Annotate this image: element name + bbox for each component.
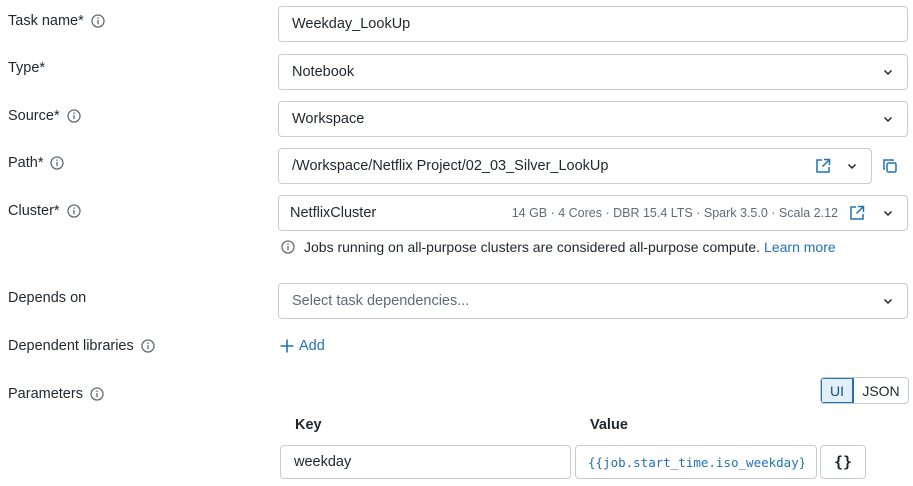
parameter-key-input[interactable]: weekday: [280, 445, 571, 479]
depends-on-placeholder: Select task dependencies...: [292, 293, 470, 309]
cluster-details: 14 GB · 4 Cores · DBR 15.4 LTS · Spark 3…: [511, 206, 838, 220]
chevron-down-icon: [882, 207, 894, 219]
depends-on-label-text: Depends on: [8, 290, 87, 306]
add-library-label: Add: [299, 338, 325, 354]
add-library-button[interactable]: Add: [279, 338, 325, 354]
external-link-icon[interactable]: [848, 204, 866, 222]
path-label-text: Path*: [8, 155, 44, 171]
cluster-select[interactable]: NetflixCluster 14 GB · 4 Cores · DBR 15.…: [278, 195, 908, 231]
info-icon[interactable]: [90, 387, 104, 401]
chevron-down-icon: [882, 66, 894, 78]
chevron-down-icon: [846, 160, 858, 172]
source-label-text: Source*: [8, 108, 60, 124]
depends-on-label: Depends on: [8, 290, 86, 306]
cluster-label-text: Cluster*: [8, 203, 60, 219]
task-name-value: Weekday_LookUp: [292, 16, 411, 32]
parameter-value-input[interactable]: {{job.start_time.iso_weekday}}: [575, 445, 817, 479]
info-icon[interactable]: [66, 109, 81, 123]
type-value: Notebook: [292, 64, 355, 80]
task-name-label-text: Task name*: [8, 13, 84, 29]
learn-more-link[interactable]: Learn more: [764, 239, 836, 255]
cluster-label: Cluster*: [8, 203, 81, 219]
dependent-libraries-label: Dependent libraries: [8, 338, 155, 354]
path-value: /Workspace/Netflix Project/02_03_Silver_…: [292, 158, 609, 174]
task-name-input[interactable]: Weekday_LookUp: [278, 6, 908, 42]
chevron-down-icon: [882, 295, 894, 307]
depends-on-select[interactable]: Select task dependencies...: [278, 283, 908, 319]
plus-icon: [280, 339, 294, 353]
parameters-label-text: Parameters: [8, 386, 83, 402]
chevron-down-icon: [882, 113, 894, 125]
info-icon[interactable]: [66, 204, 81, 218]
key-column-header: Key: [295, 417, 322, 433]
copy-icon[interactable]: [881, 157, 899, 178]
path-select[interactable]: /Workspace/Netflix Project/02_03_Silver_…: [278, 148, 872, 184]
parameter-value-text: {{job.start_time.iso_weekday}}: [588, 454, 804, 470]
external-link-icon[interactable]: [814, 157, 832, 175]
info-icon[interactable]: [141, 339, 155, 353]
toggle-ui-option[interactable]: UI: [821, 378, 854, 403]
info-icon[interactable]: [50, 156, 65, 170]
task-name-label: Task name*: [8, 13, 105, 29]
source-label: Source*: [8, 108, 81, 124]
path-label: Path*: [8, 155, 65, 171]
info-icon[interactable]: [91, 14, 105, 28]
dynamic-value-button[interactable]: {}: [820, 445, 866, 479]
toggle-json-option[interactable]: JSON: [854, 378, 908, 403]
type-label: Type*: [8, 60, 45, 76]
cluster-note: Jobs running on all-purpose clusters are…: [281, 239, 836, 255]
cluster-name: NetflixCluster: [290, 205, 377, 221]
info-icon: [281, 240, 295, 254]
cluster-note-text: Jobs running on all-purpose clusters are…: [304, 239, 761, 255]
dependent-libraries-label-text: Dependent libraries: [8, 338, 134, 354]
type-label-text: Type*: [8, 60, 46, 76]
source-value: Workspace: [292, 111, 365, 127]
value-column-header: Value: [590, 417, 628, 433]
source-select[interactable]: Workspace: [278, 101, 908, 137]
parameter-key-value: weekday: [294, 454, 352, 470]
parameters-label: Parameters: [8, 386, 104, 402]
type-select[interactable]: Notebook: [278, 54, 908, 90]
parameters-mode-toggle[interactable]: UI JSON: [820, 377, 909, 404]
